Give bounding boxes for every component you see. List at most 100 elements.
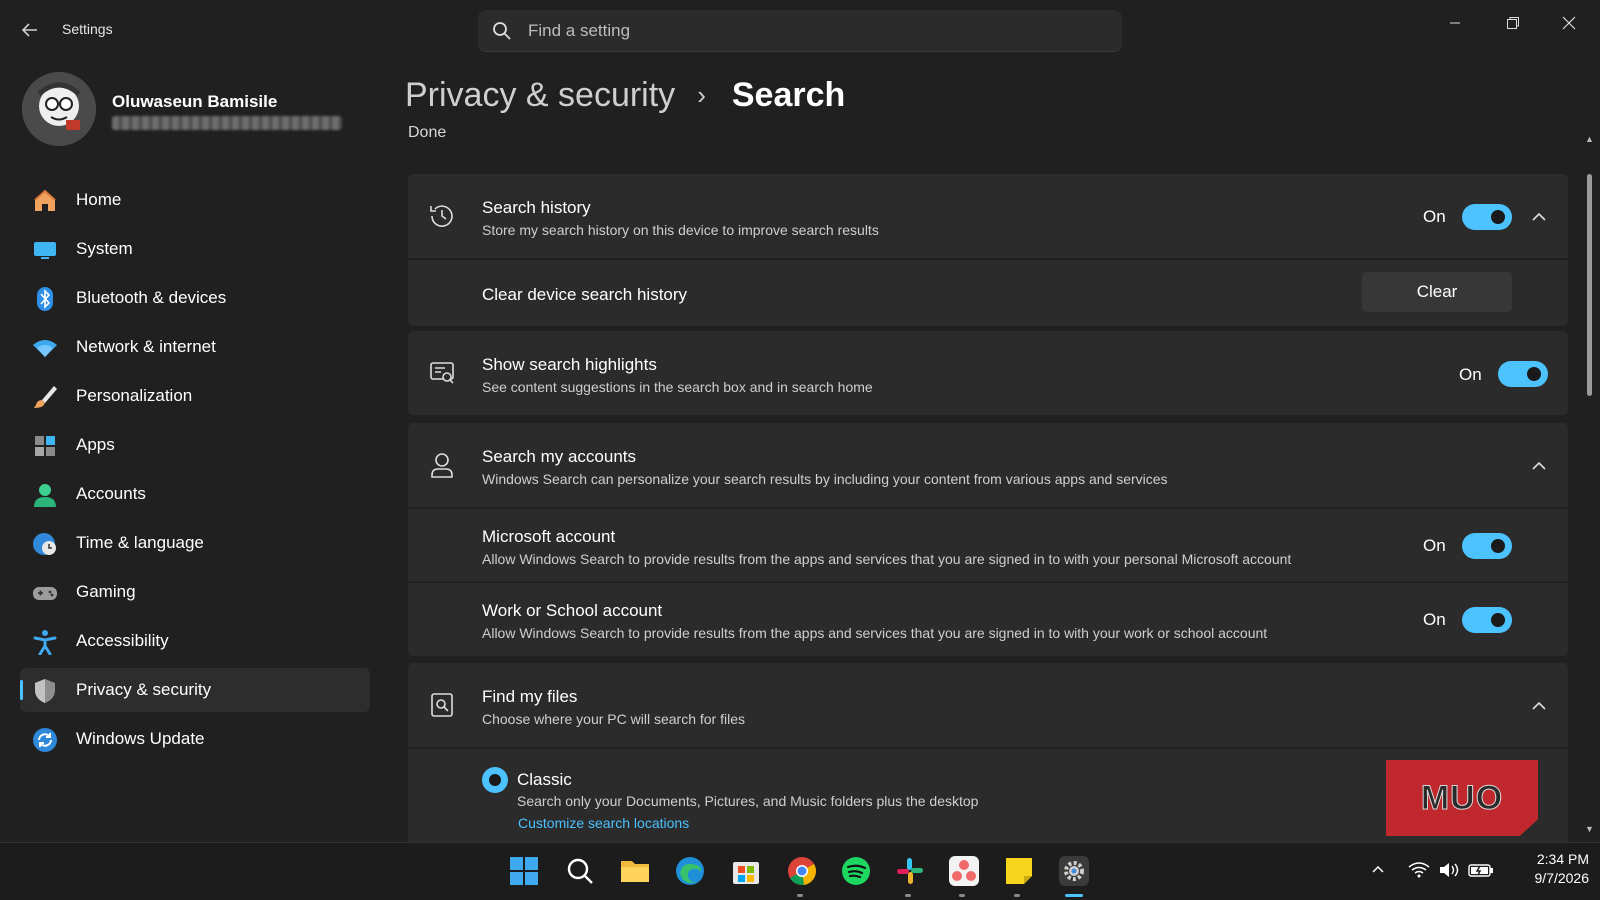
wifi-icon xyxy=(33,340,57,357)
minimize-button[interactable] xyxy=(1432,8,1478,38)
search-history-state: On xyxy=(1423,207,1446,226)
sidebar-item-label: Privacy & security xyxy=(76,680,212,699)
sidebar-item-label: Accounts xyxy=(76,484,146,503)
sidebar-item-home[interactable]: Home xyxy=(20,178,370,222)
file-search-icon xyxy=(431,693,453,717)
scrollbar-thumb[interactable] xyxy=(1587,174,1592,396)
avatar xyxy=(22,72,96,146)
classic-title: Classic xyxy=(517,770,572,789)
sidebar-item-accounts[interactable]: Accounts xyxy=(20,472,370,516)
sidebar-item-system[interactable]: System xyxy=(20,227,370,271)
sidebar-item-label: Bluetooth & devices xyxy=(76,288,227,307)
divider xyxy=(408,507,1568,509)
sticky-running-indicator xyxy=(1014,894,1020,897)
microsoft-account-title: Microsoft account xyxy=(482,527,616,546)
work-account-description: Allow Windows Search to provide results … xyxy=(482,625,1268,641)
find-my-files-description: Choose where your PC will search for fil… xyxy=(482,711,745,727)
search-highlights-description: See content suggestions in the search bo… xyxy=(482,379,873,395)
chevron-up-icon[interactable] xyxy=(1528,695,1550,717)
close-button[interactable] xyxy=(1546,8,1592,38)
sidebar-item-label: Gaming xyxy=(76,582,136,601)
search-history-header[interactable]: Search history Store my search history o… xyxy=(408,174,1568,258)
scroll-up-icon[interactable]: ▲ xyxy=(1585,134,1594,144)
breadcrumb-parent[interactable]: Privacy & security xyxy=(405,76,675,115)
taskbar xyxy=(0,842,1600,900)
sidebar-item-personalization[interactable]: Personalization xyxy=(20,374,370,418)
find-my-files-header[interactable]: Find my files Choose where your PC will … xyxy=(408,663,1568,747)
clock-date[interactable]: 9/7/2026 xyxy=(1509,870,1590,886)
search-history-toggle[interactable] xyxy=(1462,204,1512,230)
sidebar-item-time-language[interactable]: Time & language xyxy=(20,521,370,565)
back-arrow-icon xyxy=(21,23,37,37)
find-my-files-title: Find my files xyxy=(482,687,578,706)
sidebar-item-label: Apps xyxy=(76,435,115,454)
customize-search-locations-link[interactable]: Customize search locations xyxy=(518,815,689,831)
sidebar-nav: Home System Bluetooth & devices Network … xyxy=(20,178,370,766)
microsoft-account-state: On xyxy=(1423,536,1446,555)
clock-time[interactable]: 2:34 PM xyxy=(1519,851,1589,867)
search-highlights-icon xyxy=(430,362,454,384)
search-highlights-toggle[interactable] xyxy=(1498,361,1548,387)
divider xyxy=(408,747,1568,749)
sticky-notes-icon[interactable] xyxy=(1003,855,1035,887)
page-title: Search xyxy=(731,75,846,114)
sidebar-item-gaming[interactable]: Gaming xyxy=(20,570,370,614)
battery-icon[interactable] xyxy=(1468,861,1494,879)
file-explorer-icon[interactable] xyxy=(619,855,651,887)
back-button[interactable] xyxy=(18,18,42,42)
microsoft-account-description: Allow Windows Search to provide results … xyxy=(482,551,1292,567)
sidebar-item-label: Network & internet xyxy=(76,337,216,356)
search-accounts-card: Search my accounts Windows Search can pe… xyxy=(408,423,1568,656)
system-icon xyxy=(34,242,56,259)
chrome-icon[interactable] xyxy=(786,855,818,887)
volume-icon[interactable] xyxy=(1438,861,1460,879)
title-bar: Settings xyxy=(0,0,1600,62)
taskbar-search-icon[interactable] xyxy=(564,855,596,887)
edge-icon[interactable] xyxy=(674,855,706,887)
apps-icon xyxy=(35,436,55,456)
store-icon[interactable] xyxy=(730,855,762,887)
sidebar-item-privacy-security[interactable]: Privacy & security xyxy=(20,668,370,712)
asana-icon[interactable] xyxy=(948,855,980,887)
work-account-state: On xyxy=(1423,610,1446,629)
bluetooth-icon xyxy=(37,287,53,311)
slack-running-indicator xyxy=(905,894,911,897)
sidebar-item-label: Accessibility xyxy=(76,631,169,650)
search-input[interactable] xyxy=(528,10,1088,52)
history-icon xyxy=(430,205,453,227)
chevron-up-icon[interactable] xyxy=(1528,206,1550,228)
brush-icon xyxy=(34,386,57,408)
search-accounts-header[interactable]: Search my accounts Windows Search can pe… xyxy=(408,423,1568,507)
slack-icon[interactable] xyxy=(894,855,926,887)
settings-icon[interactable] xyxy=(1058,855,1090,887)
sidebar-item-bluetooth[interactable]: Bluetooth & devices xyxy=(20,276,370,320)
sidebar-item-windows-update[interactable]: Windows Update xyxy=(20,717,370,761)
search-history-description: Store my search history on this device t… xyxy=(482,222,879,238)
sidebar-item-network[interactable]: Network & internet xyxy=(20,325,370,369)
search-highlights-card: Show search highlights See content sugge… xyxy=(408,331,1568,415)
close-icon xyxy=(1562,16,1576,30)
classic-radio-button[interactable] xyxy=(482,767,508,793)
settings-search-box[interactable] xyxy=(478,10,1122,52)
search-highlights-title: Show search highlights xyxy=(482,355,657,374)
spotify-icon[interactable] xyxy=(840,855,872,887)
restore-button[interactable] xyxy=(1490,8,1536,38)
clear-button[interactable]: Clear xyxy=(1362,272,1512,312)
sidebar-item-accessibility[interactable]: Accessibility xyxy=(20,619,370,663)
sidebar-item-label: Home xyxy=(76,190,122,209)
work-account-toggle[interactable] xyxy=(1462,607,1512,633)
partial-text: Done xyxy=(408,124,447,141)
search-highlights-state: On xyxy=(1459,365,1482,384)
sidebar-item-label: Windows Update xyxy=(76,729,205,748)
chevron-up-icon[interactable] xyxy=(1370,861,1386,877)
microsoft-account-toggle[interactable] xyxy=(1462,533,1512,559)
scroll-down-icon[interactable]: ▼ xyxy=(1585,824,1594,834)
scrollbar[interactable]: ▲ ▼ xyxy=(1584,134,1596,834)
update-icon xyxy=(33,728,57,752)
start-icon[interactable] xyxy=(508,855,540,887)
user-profile[interactable]: Oluwaseun Bamisile xyxy=(22,72,382,148)
sidebar-item-label: System xyxy=(76,239,133,258)
chevron-up-icon[interactable] xyxy=(1528,455,1550,477)
wifi-tray-icon[interactable] xyxy=(1408,861,1430,879)
sidebar-item-apps[interactable]: Apps xyxy=(20,423,370,467)
